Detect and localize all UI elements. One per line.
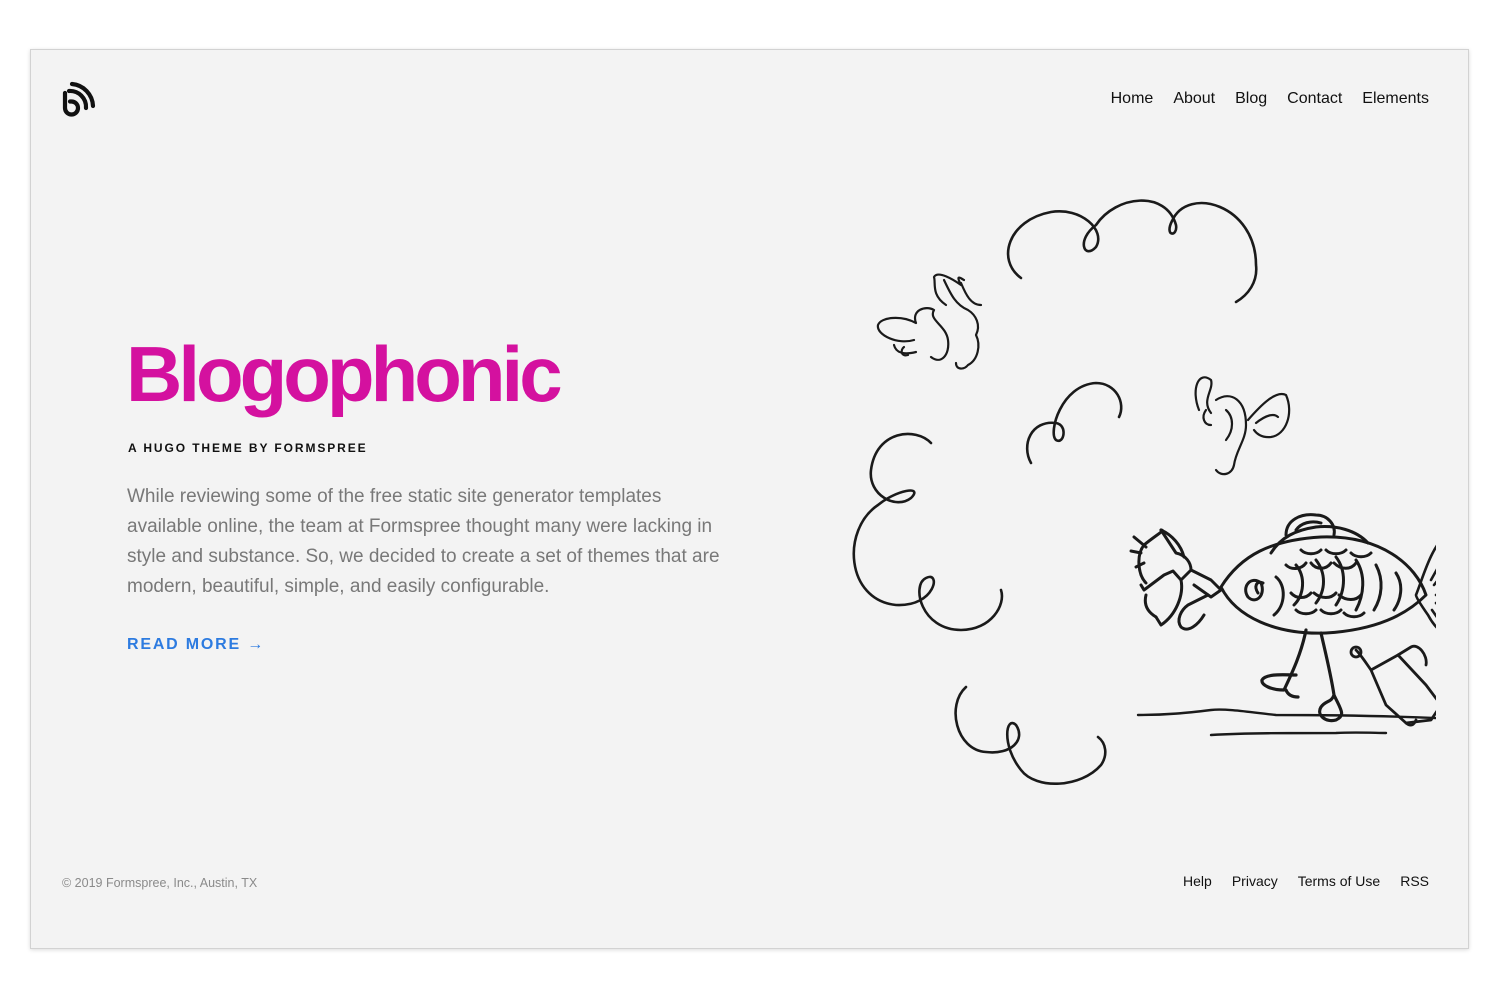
top-cloud-swirl [1006, 199, 1258, 304]
read-more-link[interactable]: READ MORE → [127, 636, 265, 654]
bottom-cloud-swirl [954, 685, 1107, 786]
browser-frame: Home About Blog Contact Elements Blogoph… [30, 49, 1469, 949]
main-nav: Home About Blog Contact Elements [1111, 88, 1429, 110]
nav-link-about[interactable]: About [1173, 90, 1215, 107]
fish-drawing [1219, 535, 1428, 635]
footer-item-help: Help [1183, 873, 1212, 891]
megaphone-drawing [1129, 528, 1223, 631]
nav-item-elements: Elements [1362, 88, 1429, 110]
winged-ear-right [1194, 376, 1291, 476]
nav-item-contact: Contact [1287, 88, 1342, 110]
nav-link-blog[interactable]: Blog [1235, 90, 1267, 107]
winged-ear-left [876, 273, 983, 370]
footer-link-help[interactable]: Help [1183, 873, 1212, 889]
nav-link-contact[interactable]: Contact [1287, 90, 1342, 107]
illustration-drawing [852, 199, 1436, 786]
hero-description: While reviewing some of the free static … [127, 486, 720, 597]
bowler-hat-drawing [1269, 513, 1370, 555]
site-title: Blogophonic [126, 330, 563, 418]
footer-nav: Help Privacy Terms of Use RSS [1183, 873, 1429, 891]
left-cloud-swirl [852, 432, 1004, 632]
footer-link-rss[interactable]: RSS [1400, 873, 1429, 889]
nav-item-home: Home [1111, 88, 1154, 110]
footer-item-terms: Terms of Use [1298, 873, 1380, 891]
ground-lines [1136, 708, 1436, 737]
middle-cloud-swirl [1025, 381, 1123, 465]
footer-link-privacy[interactable]: Privacy [1232, 873, 1278, 889]
legs-drawing [1260, 628, 1344, 723]
copyright-text: © 2019 Formspree, Inc., Austin, TX [62, 876, 258, 890]
footer-item-privacy: Privacy [1232, 873, 1278, 891]
nav-link-home[interactable]: Home [1111, 90, 1154, 107]
nav-item-about: About [1173, 88, 1215, 110]
hero-section: Blogophonic A HUGO THEME BY FORMSPREE Wh… [126, 332, 746, 654]
nav-link-elements[interactable]: Elements [1362, 90, 1429, 107]
fish-megaphone-illustration [816, 185, 1436, 800]
site-subtitle: A HUGO THEME BY FORMSPREE [128, 441, 368, 455]
nav-item-blog: Blog [1235, 88, 1267, 110]
rss-feed-icon[interactable] [60, 81, 96, 117]
footer-link-terms[interactable]: Terms of Use [1298, 873, 1380, 889]
footer-item-rss: RSS [1400, 873, 1429, 891]
luggage-drawing [1349, 644, 1436, 727]
